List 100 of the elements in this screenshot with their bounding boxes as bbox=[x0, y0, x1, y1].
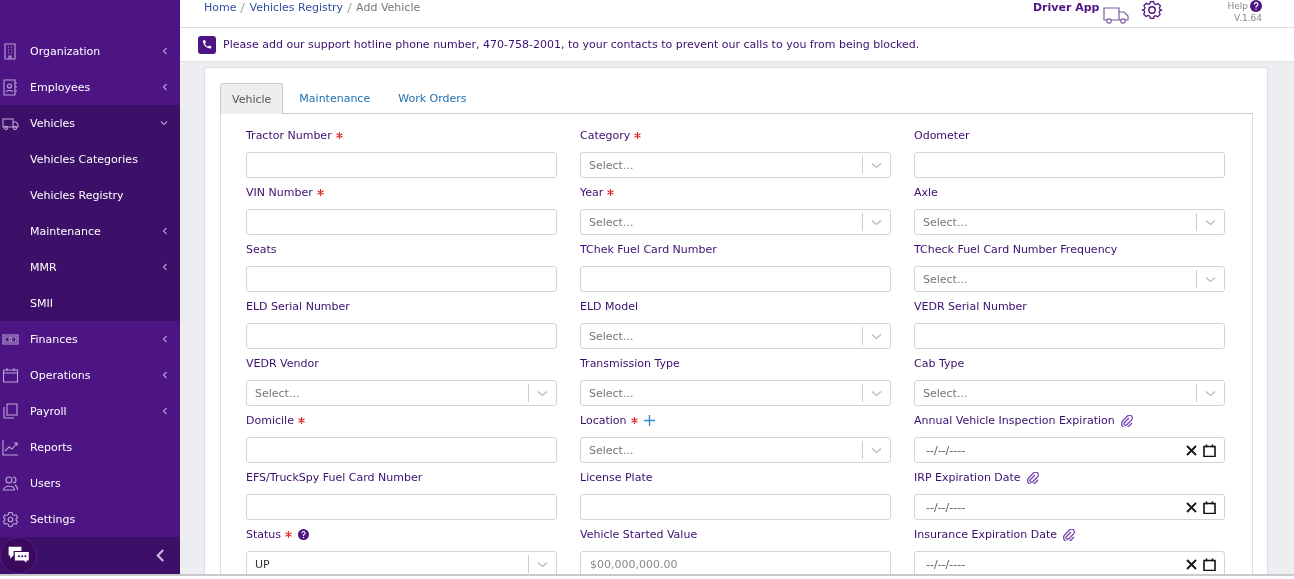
tab[interactable]: Vehicle bbox=[220, 83, 284, 114]
chat-icon bbox=[6, 545, 31, 566]
clear-icon[interactable] bbox=[1186, 444, 1197, 456]
input-field[interactable] bbox=[246, 266, 557, 292]
select-field[interactable]: UP bbox=[246, 551, 557, 574]
field-label: TCheck Fuel Card Number Frequency bbox=[914, 243, 1118, 256]
field-label: Insurance Expiration Date bbox=[914, 528, 1058, 541]
input-field[interactable] bbox=[246, 152, 557, 178]
breadcrumb-link[interactable]: Home bbox=[204, 1, 237, 14]
menu-item[interactable]: Operations bbox=[0, 357, 180, 393]
clear-icon[interactable] bbox=[1186, 501, 1197, 513]
input-field[interactable]: $00,000,000.00 bbox=[580, 551, 891, 574]
submenu-item[interactable]: Maintenance bbox=[0, 213, 180, 249]
input-field[interactable] bbox=[914, 152, 1225, 178]
field-label: Category bbox=[580, 129, 631, 142]
input-field[interactable] bbox=[580, 266, 891, 292]
breadcrumb-current: Add Vehicle bbox=[356, 1, 421, 14]
chevron-down-icon bbox=[871, 389, 882, 397]
menu-item[interactable]: Settings bbox=[0, 501, 180, 537]
menu-item[interactable]: Vehicles bbox=[0, 105, 180, 141]
field-label: VIN Number bbox=[246, 186, 313, 199]
field-label: Status bbox=[246, 528, 282, 541]
submenu-item[interactable]: SMII bbox=[0, 285, 180, 321]
select-field[interactable]: Select... bbox=[246, 380, 557, 406]
chevron-down-icon bbox=[537, 389, 548, 397]
chevron-down-icon bbox=[1205, 275, 1216, 283]
select-field[interactable]: Select... bbox=[914, 209, 1225, 235]
input-field[interactable] bbox=[246, 437, 557, 463]
field-label: Cab Type bbox=[914, 357, 965, 370]
phone-icon bbox=[198, 35, 216, 54]
chevron-down-icon bbox=[871, 218, 882, 226]
field-label: ELD Serial Number bbox=[246, 300, 350, 313]
chart-icon bbox=[2, 438, 19, 456]
truck-icon[interactable] bbox=[1103, 4, 1130, 25]
clear-icon[interactable] bbox=[1186, 558, 1197, 570]
settings-icon[interactable] bbox=[1141, 0, 1164, 21]
field-label: Tractor Number bbox=[246, 129, 332, 142]
calendar-icon bbox=[2, 366, 19, 384]
date-field[interactable]: --/--/---- bbox=[914, 551, 1225, 574]
chevron-down-icon bbox=[871, 446, 882, 454]
date-field[interactable]: --/--/---- bbox=[914, 437, 1225, 463]
field-label: ELD Model bbox=[580, 300, 639, 313]
menu-item[interactable]: Finances bbox=[0, 321, 180, 357]
collapse-bar[interactable] bbox=[0, 537, 180, 574]
field-label: Seats bbox=[246, 243, 277, 256]
field-label: Transmission Type bbox=[580, 357, 680, 370]
calendar-icon[interactable] bbox=[1203, 443, 1216, 457]
calendar-icon[interactable] bbox=[1203, 557, 1216, 571]
help-icon[interactable] bbox=[298, 529, 310, 540]
tab[interactable]: Maintenance bbox=[287, 83, 383, 113]
menu-item[interactable]: Payroll bbox=[0, 393, 180, 429]
field-label: Location bbox=[580, 414, 627, 427]
chevron-down-icon bbox=[871, 161, 882, 169]
select-field[interactable]: Select... bbox=[914, 380, 1225, 406]
field-label: Domicile bbox=[246, 414, 294, 427]
id-card-icon bbox=[2, 78, 19, 96]
help-icon[interactable] bbox=[1250, 0, 1262, 12]
chevron-down-icon bbox=[1205, 389, 1216, 397]
select-field[interactable]: Select... bbox=[580, 209, 891, 235]
field-label: Odometer bbox=[914, 129, 970, 142]
chevron-left-icon bbox=[156, 549, 165, 562]
breadcrumb-link[interactable]: Vehicles Registry bbox=[249, 1, 344, 14]
select-field[interactable]: Select... bbox=[580, 437, 891, 463]
menu-item[interactable]: Employees bbox=[0, 69, 180, 105]
paperclip-icon[interactable] bbox=[1120, 414, 1133, 427]
input-field[interactable] bbox=[914, 323, 1225, 349]
field-label: Year bbox=[580, 186, 604, 199]
chat-button[interactable] bbox=[0, 537, 37, 574]
input-field[interactable] bbox=[246, 323, 557, 349]
plus-icon[interactable] bbox=[643, 415, 655, 426]
chevron-down-icon bbox=[871, 332, 882, 340]
field-label: Axle bbox=[914, 186, 938, 199]
submenu-item[interactable]: MMR bbox=[0, 249, 180, 285]
menu-item[interactable]: Organization bbox=[0, 33, 180, 69]
field-label: Annual Vehicle Inspection Expiration bbox=[914, 414, 1115, 427]
version-label: V.1.64 bbox=[1234, 13, 1262, 24]
driver-app-link[interactable]: Driver App bbox=[1033, 0, 1100, 14]
paperclip-icon[interactable] bbox=[1063, 528, 1076, 541]
date-field[interactable]: --/--/---- bbox=[914, 494, 1225, 520]
submenu-item[interactable]: Vehicles Categories bbox=[0, 141, 180, 177]
select-field[interactable]: Select... bbox=[580, 323, 891, 349]
field-label: EFS/TruckSpy Fuel Card Number bbox=[246, 471, 423, 484]
input-field[interactable] bbox=[246, 494, 557, 520]
copy-icon bbox=[2, 402, 19, 420]
input-field[interactable] bbox=[580, 494, 891, 520]
chevron-down-icon bbox=[537, 560, 548, 568]
field-label: Vehicle Started Value bbox=[580, 528, 698, 541]
chevron-down-icon bbox=[1205, 218, 1216, 226]
menu-item[interactable]: Users bbox=[0, 465, 180, 501]
input-field[interactable] bbox=[246, 209, 557, 235]
paperclip-icon[interactable] bbox=[1026, 471, 1039, 484]
submenu-item[interactable]: Vehicles Registry bbox=[0, 177, 180, 213]
select-field[interactable]: Select... bbox=[914, 266, 1225, 292]
field-label: VEDR Serial Number bbox=[914, 300, 1027, 313]
help-link[interactable]: Help bbox=[1227, 0, 1248, 12]
menu-item[interactable]: Reports bbox=[0, 429, 180, 465]
tab[interactable]: Work Orders bbox=[386, 83, 479, 113]
select-field[interactable]: Select... bbox=[580, 152, 891, 178]
select-field[interactable]: Select... bbox=[580, 380, 891, 406]
calendar-icon[interactable] bbox=[1203, 500, 1216, 514]
